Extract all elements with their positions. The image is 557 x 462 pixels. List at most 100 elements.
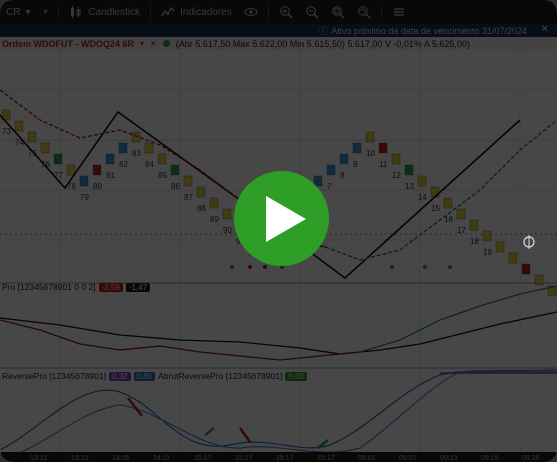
renko-brick — [40, 142, 50, 154]
bar-number-label: 18 — [470, 237, 479, 246]
renko-brick — [495, 241, 505, 253]
signal-dots — [230, 265, 452, 269]
bar-number-label: 82 — [119, 160, 128, 169]
symbol-selector[interactable]: CR ▾ — [0, 0, 36, 24]
candlestick-icon — [71, 6, 81, 18]
renko-brick — [66, 164, 76, 176]
bar-number-label: 14 — [418, 193, 427, 202]
indicator2-value-b: 0,86 — [133, 371, 156, 381]
info-icon: ⓘ — [318, 26, 328, 36]
bar-number-label: 76 — [41, 160, 50, 169]
bar-number-label: 12 — [392, 171, 401, 180]
renko-brick — [105, 153, 115, 165]
bar-number-label: 13 — [405, 182, 414, 191]
time-axis-label: 13:15 — [71, 455, 89, 462]
indicator1-label[interactable]: Pro [12345678901 0 0 2] -2,59 -1,47 — [2, 282, 151, 292]
renko-brick — [365, 131, 375, 143]
renko-brick — [183, 175, 193, 187]
symbol-selector-label: CR — [6, 6, 21, 18]
renko-brick — [469, 219, 479, 231]
time-axis-label: 09:01 — [358, 455, 376, 462]
divider — [150, 5, 152, 19]
zoom-out-button[interactable] — [299, 0, 325, 24]
renko-brick — [443, 197, 453, 209]
bar-number-label: 10 — [366, 149, 375, 158]
order-label[interactable]: Ordem WDOFUT - WDOQ24 6R — [0, 39, 134, 49]
zoom-fit-button[interactable] — [325, 0, 351, 24]
dropdown-icon[interactable]: ▾ — [140, 39, 144, 48]
renko-brick — [27, 131, 37, 143]
bar-number-label: 80 — [93, 182, 102, 191]
zoom-fit-icon — [331, 6, 345, 19]
menu-button[interactable] — [386, 0, 412, 24]
bar-number-label: 9 — [353, 160, 358, 169]
divider — [267, 5, 269, 19]
expiry-notification-text: Ativo próximo da data de vencimento 31/0… — [331, 25, 527, 36]
bar-number-label: 8 — [340, 171, 345, 180]
indicators-label: Indicadores — [180, 6, 232, 18]
renko-brick — [521, 263, 531, 275]
indicators-button[interactable]: Indicadores — [155, 0, 238, 24]
hamburger-icon — [393, 8, 404, 16]
zoom-reset-button[interactable] — [351, 0, 377, 24]
renko-brick — [118, 142, 128, 154]
ohlc-readout: (Abr 5.617,50 Max 5.622,00 Min 5.615,50)… — [175, 38, 470, 49]
bar-number-label: 85 — [158, 171, 167, 180]
renko-brick — [92, 164, 102, 176]
indicator2-value-a: 0,32 — [108, 371, 131, 381]
renko-brick — [157, 153, 167, 165]
close-icon[interactable]: ✕ — [541, 24, 549, 35]
divider — [380, 5, 382, 19]
renko-brick — [352, 142, 362, 154]
bar-number-label: 79 — [80, 193, 89, 202]
time-axis-label: 14:11 — [153, 455, 170, 462]
bar-number-label: 84 — [145, 160, 154, 169]
time-axis-label: 15:17 — [317, 455, 335, 462]
renko-brick — [404, 164, 414, 176]
quote-info-row: Ordem WDOFUT - WDOQ24 6R ▾ ✕ (Abr 5.617,… — [0, 37, 557, 50]
visibility-button[interactable] — [238, 0, 264, 24]
plus-icon: + — [42, 6, 49, 18]
bar-number-label: 83 — [132, 149, 141, 158]
time-axis-label: 15:17 — [276, 455, 294, 462]
renko-brick — [131, 131, 141, 143]
play-video-button[interactable] — [234, 171, 329, 266]
indicator1-value-a: -2,59 — [98, 282, 123, 292]
renko-brick — [326, 164, 336, 176]
eye-icon — [244, 8, 258, 16]
chart-type-button[interactable]: Candlestick — [63, 0, 146, 24]
toolbar: CR ▾ + Candlestick Indicadores — [0, 0, 557, 24]
chevron-down-icon: ▾ — [25, 6, 31, 18]
close-order-icon[interactable]: ✕ — [150, 39, 157, 48]
indicator2-name: ReversePro [12345678901] — [2, 371, 106, 381]
divider — [58, 5, 60, 19]
bar-number-label: 89 — [210, 215, 219, 224]
oscillator-blue-line — [0, 369, 557, 451]
indicator1-green-line — [359, 285, 557, 353]
renko-brick — [209, 197, 219, 209]
renko-brick — [391, 153, 401, 165]
bar-number-label: 7 — [327, 182, 332, 191]
renko-brick — [222, 208, 232, 220]
live-status-dot — [162, 40, 170, 47]
play-icon — [265, 195, 306, 242]
bar-number-label: 90 — [223, 226, 232, 235]
zoom-in-button[interactable] — [273, 0, 299, 24]
oscillator-signal-segments — [127, 397, 329, 449]
renko-brick — [339, 153, 349, 165]
bar-number-label: 19 — [483, 248, 492, 257]
indicator2-name-b: AbrutReversePro [12345678901] — [158, 371, 283, 381]
zoom-in-icon — [279, 6, 293, 19]
time-axis-label: 14:05 — [112, 455, 130, 462]
renko-brick — [378, 142, 388, 154]
bar-number-label: 17 — [457, 226, 466, 235]
chart-type-label: Candlestick — [88, 6, 141, 18]
time-axis-label: 13:11 — [30, 455, 47, 462]
add-button[interactable]: + — [36, 0, 54, 24]
renko-brick — [196, 186, 206, 198]
bar-number-label: 15 — [431, 204, 440, 213]
bar-number-label: 73 — [2, 127, 11, 136]
cursor-hand-icon — [523, 235, 535, 249]
bar-number-label: 87 — [184, 193, 193, 202]
indicator2-label[interactable]: ReversePro [12345678901] 0,32 0,86 Abrut… — [2, 371, 307, 381]
